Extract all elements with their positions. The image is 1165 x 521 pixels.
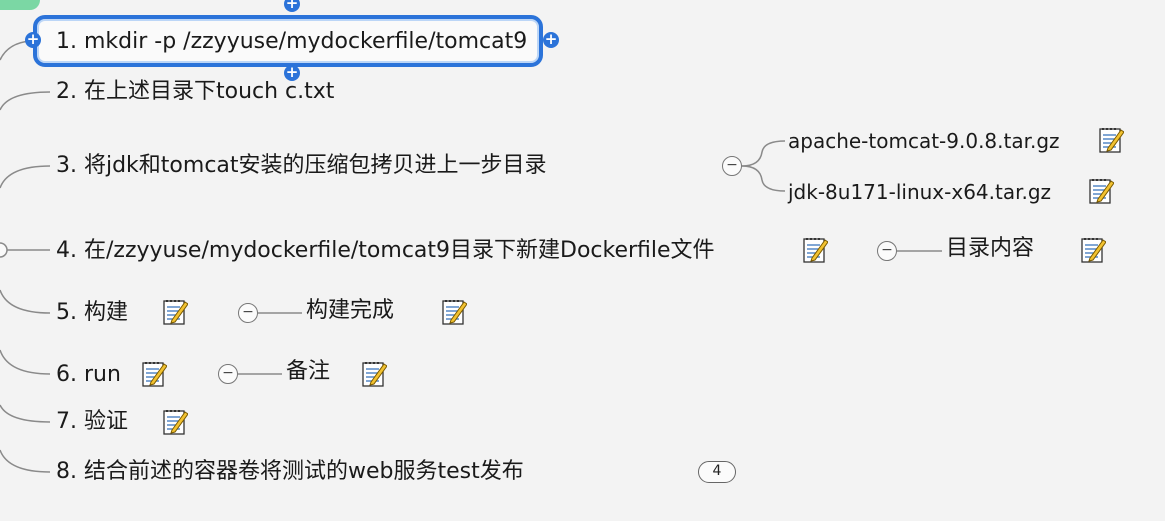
note-pencil-icon[interactable] [1088,177,1114,205]
connector-node-3 [0,165,51,189]
collapsed-count-badge[interactable]: 4 [698,461,736,483]
minus-icon[interactable]: − [238,303,258,323]
node-3[interactable]: 3. 将jdk和tomcat安装的压缩包拷贝进上一步目录 [56,153,547,179]
node-1[interactable]: 1. mkdir -p /zzyyuse/mydockerfile/tomcat… [56,29,527,55]
plus-icon[interactable]: + [25,32,41,48]
node-5-child[interactable]: 构建完成 [306,298,394,324]
connector-node-5 [0,289,51,314]
node-8[interactable]: 8. 结合前述的容器卷将测试的web服务test发布 [56,459,524,485]
node-2[interactable]: 2. 在上述目录下touch c.txt [56,79,334,105]
node-4-child[interactable]: 目录内容 [946,236,1034,262]
plus-icon[interactable]: + [543,32,559,48]
connector-node-7 [0,404,51,423]
note-pencil-icon[interactable] [802,236,828,264]
connector-node3-child1 [741,140,786,167]
node-7[interactable]: 7. 验证 [56,409,128,435]
note-pencil-icon[interactable] [1098,126,1124,154]
minus-icon[interactable]: − [722,156,742,176]
node-3-child-1[interactable]: apache-tomcat-9.0.8.tar.gz [788,128,1060,154]
node-6[interactable]: 6. run [56,362,121,388]
connector-node-6 [0,349,51,375]
connector-node3-child2 [741,165,786,192]
note-pencil-icon[interactable] [361,360,387,388]
minus-icon[interactable]: − [877,241,897,261]
connector-node-8 [0,449,51,473]
note-pencil-icon[interactable] [162,408,188,436]
plus-icon[interactable]: + [284,0,300,12]
connector-node-2 [0,91,51,111]
note-pencil-icon[interactable] [1080,236,1106,264]
note-pencil-icon[interactable] [141,360,167,388]
node-3-child-2[interactable]: jdk-8u171-linux-x64.tar.gz [788,179,1051,205]
node-6-child[interactable]: 备注 [286,359,330,385]
node-4[interactable]: 4. 在/zzyyuse/mydockerfile/tomcat9目录下新建Do… [56,238,715,264]
note-pencil-icon[interactable] [441,298,467,326]
note-pencil-icon[interactable] [162,298,188,326]
minus-icon[interactable]: − [218,364,238,384]
node-5[interactable]: 5. 构建 [56,300,128,326]
root-handle [0,242,8,258]
